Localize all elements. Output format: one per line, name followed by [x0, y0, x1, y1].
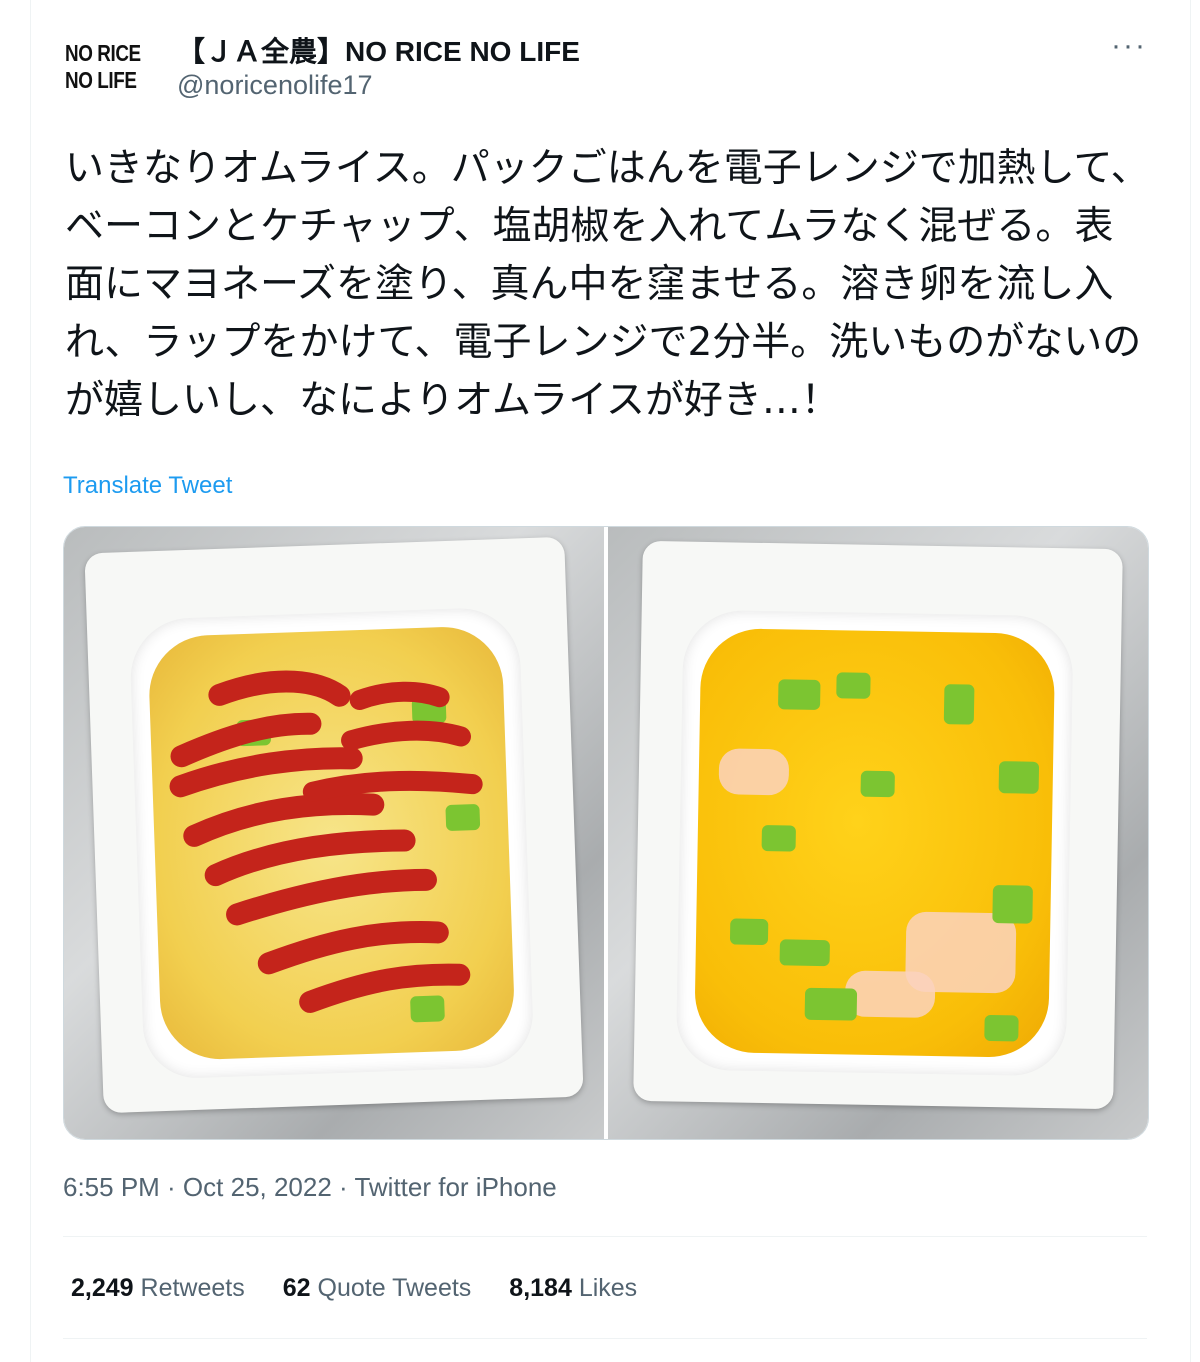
tweet-photo-2[interactable]	[608, 527, 1148, 1139]
timeline-border-right	[1190, 0, 1191, 1362]
more-options-button[interactable]: ···	[1109, 28, 1149, 64]
divider	[63, 1236, 1147, 1237]
translate-tweet-link[interactable]: Translate Tweet	[63, 472, 232, 500]
likes-count: 8,184	[509, 1274, 572, 1302]
avatar-logo-line-1: NO RICE	[65, 40, 141, 66]
retweets-label: Retweets	[140, 1274, 245, 1302]
divider	[63, 1338, 1147, 1339]
rice-tray	[633, 540, 1123, 1110]
avatar[interactable]: NO RICE NO LIFE	[65, 40, 155, 100]
tweet-text: いきなりオムライス。パックごはんを電子レンジで加熱して、ベーコンとケチャップ、塩…	[65, 146, 1150, 423]
tweet-photo-1[interactable]	[64, 527, 604, 1139]
avatar-logo-line-2: NO LIFE	[65, 67, 137, 93]
cooked-omelet	[147, 625, 516, 1062]
user-handle[interactable]: @noricenolife17	[177, 70, 373, 101]
likes-label: Likes	[578, 1274, 638, 1302]
retweets-count: 2,249	[71, 1274, 134, 1302]
display-name[interactable]: 【ＪＡ全農】NO RICE NO LIFE	[177, 30, 580, 70]
more-icon: ···	[1111, 29, 1147, 62]
tweet-detail: NO RICE NO LIFE 【ＪＡ全農】NO RICE NO LIFE @n…	[31, 0, 1190, 1362]
tweet-stats: 2,249 Retweets 62 Quote Tweets 8,184 Lik…	[71, 1274, 637, 1303]
likes-stat[interactable]: 8,184 Likes	[509, 1274, 637, 1303]
tweet-media	[63, 526, 1149, 1140]
quotes-count: 62	[282, 1274, 311, 1302]
ketchup-drizzle	[169, 670, 483, 1013]
quote-tweets-stat[interactable]: 62 Quote Tweets	[283, 1274, 472, 1303]
retweets-stat[interactable]: 2,249 Retweets	[71, 1274, 245, 1303]
quotes-label: Quote Tweets	[317, 1274, 472, 1302]
raw-egg	[694, 627, 1056, 1059]
tweet-timestamp[interactable]: 6:55 PM · Oct 25, 2022 · Twitter for iPh…	[63, 1172, 557, 1203]
rice-tray	[84, 536, 584, 1114]
